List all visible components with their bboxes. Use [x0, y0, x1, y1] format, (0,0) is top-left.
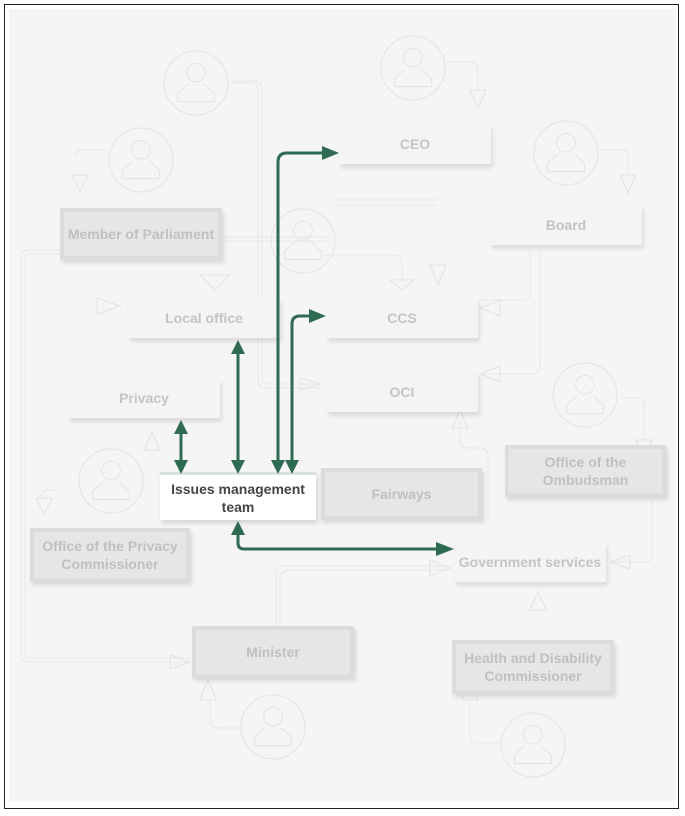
node-ccs[interactable]: CCS	[326, 298, 478, 338]
node-minister[interactable]: Minister	[192, 626, 354, 678]
node-government-services[interactable]: Government services	[454, 542, 606, 582]
node-oci[interactable]: OCI	[326, 372, 478, 412]
node-local-office[interactable]: Local office	[128, 298, 280, 338]
node-board[interactable]: Board	[490, 205, 642, 245]
node-privacy[interactable]: Privacy	[68, 378, 220, 418]
node-ceo[interactable]: CEO	[339, 124, 491, 164]
node-fairways[interactable]: Fairways	[321, 468, 482, 520]
node-member-of-parliament[interactable]: Member of Parliament	[60, 208, 222, 260]
node-health-and-disability-commissioner[interactable]: Health and Disability Commissioner	[452, 640, 614, 694]
node-office-of-the-privacy-commissioner[interactable]: Office of the Privacy Commissioner	[30, 528, 190, 582]
node-issues-management-team[interactable]: Issues management team	[160, 472, 316, 520]
node-office-of-the-ombudsman[interactable]: Office of the Ombudsman	[505, 445, 666, 497]
